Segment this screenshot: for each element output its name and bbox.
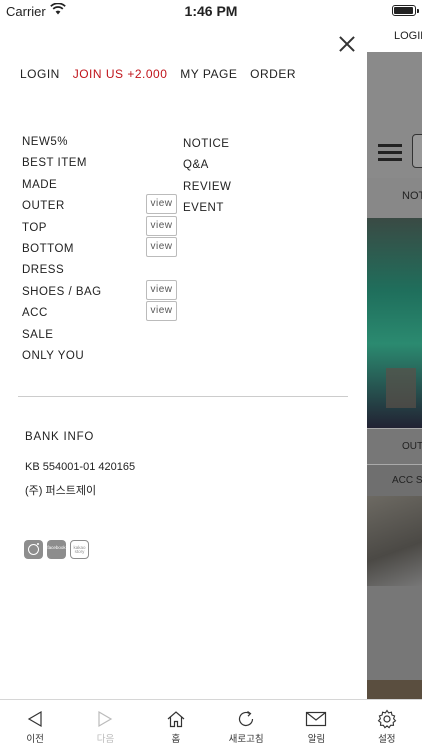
category-label: SALE	[22, 328, 54, 341]
login-link[interactable]: LOGIN	[20, 67, 60, 81]
bank-account-number: KB 554001-01 420165	[25, 461, 136, 473]
bottom-toolbar: 이전 다음 홈 새로고침 알림 설정	[0, 699, 422, 750]
gear-icon	[352, 709, 422, 729]
bg-product-photo-3	[366, 680, 422, 699]
refresh-label: 새로고침	[228, 734, 264, 745]
home-icon	[141, 709, 211, 729]
view-button-bottom[interactable]: view	[146, 236, 177, 257]
category-label: BOTTOM	[22, 242, 74, 255]
review-link[interactable]: REVIEW	[183, 181, 231, 202]
forward-button[interactable]: 다음	[70, 700, 140, 750]
hamburger-icon	[378, 144, 402, 162]
back-label: 이전	[26, 734, 44, 745]
divider	[18, 396, 348, 397]
view-button-acc[interactable]: view	[146, 301, 177, 322]
mail-icon	[281, 709, 351, 729]
bg-search-box	[412, 134, 422, 168]
battery-icon	[392, 5, 419, 16]
view-button-outer[interactable]: view	[146, 194, 177, 215]
bank-account-holder: (주) 퍼스트제이	[25, 485, 97, 497]
category-label: TOP	[22, 221, 47, 234]
notice-link[interactable]: NOTICE	[183, 138, 231, 159]
bank-info-title: BANK INFO	[25, 431, 95, 443]
category-sale[interactable]: SALE	[22, 328, 180, 349]
notification-label: 알림	[307, 734, 326, 745]
background-page: LOGIN NOT OUT ACC SH	[366, 22, 422, 699]
refresh-icon	[211, 709, 281, 729]
refresh-button[interactable]: 새로고침	[211, 700, 281, 750]
order-link[interactable]: ORDER	[250, 67, 296, 81]
forward-icon	[70, 709, 140, 729]
close-icon[interactable]	[336, 34, 358, 56]
qna-link[interactable]: Q&A	[183, 159, 231, 180]
view-button-shoes-bag[interactable]: view	[146, 279, 177, 300]
category-label: ACC	[22, 307, 48, 320]
kakaostory-icon-text: kakao story	[73, 545, 86, 554]
category-only-you[interactable]: ONLY YOU	[22, 349, 180, 370]
category-label: SHOES / BAG	[22, 285, 102, 298]
my-page-link[interactable]: MY PAGE	[180, 67, 237, 81]
settings-label: 설정	[378, 734, 396, 745]
join-us-link[interactable]: JOIN US +2.000	[73, 67, 168, 81]
settings-button[interactable]: 설정	[352, 700, 422, 750]
category-label: NEW5%	[22, 136, 68, 148]
community-list: NOTICE Q&A REVIEW EVENT	[183, 138, 231, 224]
kakaostory-icon[interactable]: kakao story	[70, 540, 89, 559]
facebook-icon-text: facebook	[47, 545, 66, 550]
category-bottom[interactable]: BOTTOM view	[22, 236, 180, 263]
category-list: NEW5% BEST ITEM MADE OUTER view TOP view B…	[22, 135, 180, 370]
social-links: facebook kakao story	[24, 540, 89, 559]
facebook-icon[interactable]: facebook	[47, 540, 66, 559]
notification-button[interactable]: 알림	[281, 700, 351, 750]
back-icon	[0, 709, 70, 729]
category-label: DRESS	[22, 264, 65, 277]
category-best-item[interactable]: BEST ITEM	[22, 156, 180, 177]
category-acc[interactable]: ACC view	[22, 301, 180, 327]
category-new[interactable]: NEW5%	[22, 135, 180, 156]
home-button[interactable]: 홈	[141, 700, 211, 750]
category-label: MADE	[22, 178, 58, 191]
category-label: ONLY YOU	[22, 349, 85, 362]
side-drawer: LOGIN JOIN US +2.000 MY PAGE ORDER NEW5%…	[0, 22, 367, 699]
status-bar: Carrier 1:46 PM	[0, 0, 422, 22]
bg-product-photo	[366, 218, 422, 428]
category-label: OUTER	[22, 200, 65, 213]
bg-outer-label: OUT	[366, 428, 422, 464]
event-link[interactable]: EVENT	[183, 202, 231, 223]
category-label: BEST ITEM	[22, 157, 87, 170]
back-button[interactable]: 이전	[0, 700, 70, 750]
bg-acc-label: ACC SH	[366, 464, 422, 496]
forward-label: 다음	[96, 734, 115, 745]
bg-notice-label: NOT	[366, 178, 422, 218]
status-time: 1:46 PM	[184, 3, 238, 19]
home-label: 홈	[171, 734, 181, 745]
instagram-icon[interactable]	[24, 540, 43, 559]
bg-login-link: LOGIN	[366, 22, 422, 52]
top-nav: LOGIN JOIN US +2.000 MY PAGE ORDER	[20, 67, 305, 81]
view-button-top[interactable]: view	[146, 215, 177, 236]
bg-product-photo-2	[366, 496, 422, 586]
